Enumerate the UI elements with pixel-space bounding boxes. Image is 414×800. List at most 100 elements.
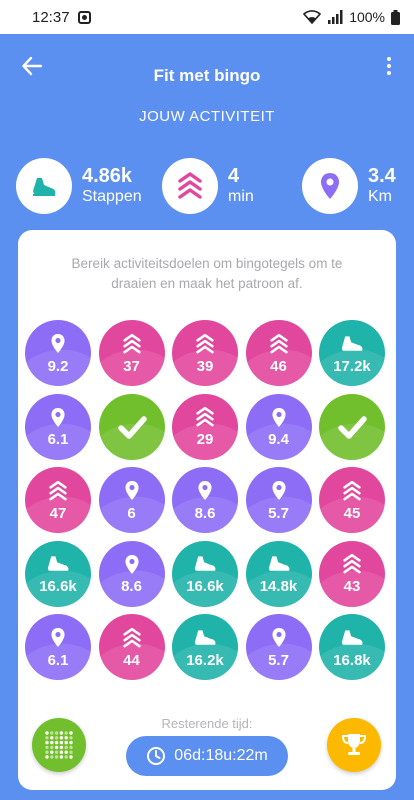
tile-icon: [45, 552, 71, 576]
bingo-tile[interactable]: [98, 393, 165, 460]
tile-value: 8.6: [194, 504, 216, 522]
bingo-tile[interactable]: 16.2k: [172, 614, 238, 680]
tile-value: 47: [49, 504, 67, 522]
location-pin-icon: [124, 554, 139, 574]
tile-value: 44: [123, 651, 140, 669]
chevrons-up-icon: [343, 480, 361, 500]
stat-distance-label: Km: [368, 188, 392, 206]
stat-distance-circle: [302, 158, 358, 214]
stat-steps-circle: [16, 158, 72, 214]
bingo-tile[interactable]: 6.1: [25, 614, 91, 680]
signal-icon: [327, 10, 343, 24]
bingo-tile[interactable]: 16.8k: [319, 614, 385, 680]
bingo-tile[interactable]: 46: [245, 320, 312, 386]
bingo-tile[interactable]: 17.2k: [319, 320, 385, 386]
bingo-tile[interactable]: 14.8k: [245, 540, 312, 607]
tile-value: 9.4: [268, 431, 289, 448]
shoe-icon: [194, 556, 216, 571]
checkmark-icon: [117, 415, 147, 439]
stat-distance: 3.4 Km: [302, 158, 396, 214]
bingo-tile[interactable]: 47: [25, 467, 91, 533]
bingo-tile[interactable]: 43: [319, 540, 385, 607]
stat-minutes-label: min: [228, 188, 254, 206]
stat-distance-value: 3.4: [368, 165, 396, 188]
tile-icon: [271, 405, 287, 429]
bingo-tile[interactable]: 37: [98, 320, 165, 386]
chevrons-up-icon: [122, 627, 141, 647]
remaining-time-pill: 06d:18u:22m: [126, 736, 288, 776]
location-pin-icon: [51, 628, 65, 647]
chevrons-up-icon: [178, 172, 202, 199]
stat-minutes-circle: [162, 158, 218, 214]
bingo-grid: 9.2 37 39 46 17.2k 6.1 29 9.4 47 6 8.6 5.7 45 16.6k 8.…: [25, 320, 389, 690]
tile-value: 6: [127, 504, 136, 522]
bingo-tile[interactable]: 29: [172, 393, 238, 460]
bingo-tile[interactable]: 5.7: [245, 467, 312, 533]
location-pin-icon: [271, 481, 286, 500]
overflow-menu-button[interactable]: [378, 52, 400, 80]
tile-icon: [271, 626, 287, 650]
tile-value: 9.2: [47, 357, 69, 375]
checkmark-icon: [338, 415, 367, 439]
bingo-tile[interactable]: 16.6k: [25, 540, 91, 607]
stat-steps: 4.86k Stappen: [16, 158, 142, 214]
chevrons-up-icon: [122, 333, 141, 353]
tile-icon: [50, 332, 66, 356]
shoe-icon: [194, 629, 216, 645]
bingo-pattern-button[interactable]: [32, 718, 86, 772]
bingo-tile[interactable]: [319, 393, 385, 460]
bingo-instructions: Bereik activiteitsdoelen om bingotegels …: [71, 256, 343, 291]
bingo-tile[interactable]: 6.1: [25, 393, 91, 460]
tile-icon: [124, 479, 140, 503]
bingo-tile[interactable]: 5.7: [245, 614, 312, 680]
bingo-tile[interactable]: 8.6: [172, 467, 238, 533]
tile-checkmark: [335, 407, 369, 447]
stat-minutes-value: 4: [228, 165, 240, 188]
location-pin-icon: [51, 334, 65, 353]
shoe-icon: [341, 335, 363, 351]
location-pin-icon: [271, 628, 286, 647]
tile-icon: [195, 405, 215, 429]
location-pin-icon: [51, 407, 65, 427]
tile-icon: [342, 479, 362, 503]
bingo-tile[interactable]: 9.2: [25, 320, 91, 386]
stat-steps-label: Stappen: [82, 188, 142, 206]
bingo-tile[interactable]: 44: [98, 614, 165, 680]
tile-icon: [195, 332, 215, 356]
tile-icon: [342, 552, 362, 576]
tile-icon: [339, 332, 365, 356]
bingo-tile[interactable]: 45: [319, 467, 385, 533]
bingo-tile[interactable]: 6: [98, 467, 165, 533]
tile-icon: [269, 332, 289, 356]
bingo-tile[interactable]: 8.6: [98, 540, 165, 607]
notification-icon: [77, 10, 91, 24]
shoe-icon: [341, 629, 363, 645]
wifi-icon: [303, 10, 322, 24]
location-pin-icon: [271, 407, 286, 427]
battery-percentage: 100%: [349, 9, 385, 25]
shoe-icon: [268, 556, 289, 571]
tile-icon: [48, 479, 68, 503]
tile-value: 16.8k: [333, 651, 371, 669]
tile-value: 5.7: [268, 504, 289, 522]
tile-value: 6.1: [47, 431, 69, 448]
bingo-tile[interactable]: 9.4: [245, 393, 312, 460]
tile-checkmark: [115, 407, 149, 447]
tile-icon: [339, 626, 365, 650]
status-time: 12:37: [32, 8, 70, 26]
shoe-icon: [33, 178, 56, 196]
trophy-button[interactable]: [327, 718, 381, 772]
bingo-tile[interactable]: 39: [172, 320, 238, 386]
chevrons-up-icon: [196, 406, 214, 427]
bingo-tile[interactable]: 16.6k: [172, 540, 238, 607]
tile-value: 16.6k: [39, 578, 77, 595]
stat-steps-value: 4.86k: [82, 165, 133, 188]
location-pin-icon: [321, 173, 339, 199]
tile-value: 16.6k: [186, 578, 224, 595]
page-title: Fit met bingo: [153, 66, 261, 85]
tile-value: 5.7: [268, 651, 289, 669]
tile-value: 17.2k: [333, 357, 371, 375]
tile-value: 29: [196, 431, 214, 448]
tile-value: 39: [196, 357, 214, 375]
tile-icon: [50, 405, 66, 429]
